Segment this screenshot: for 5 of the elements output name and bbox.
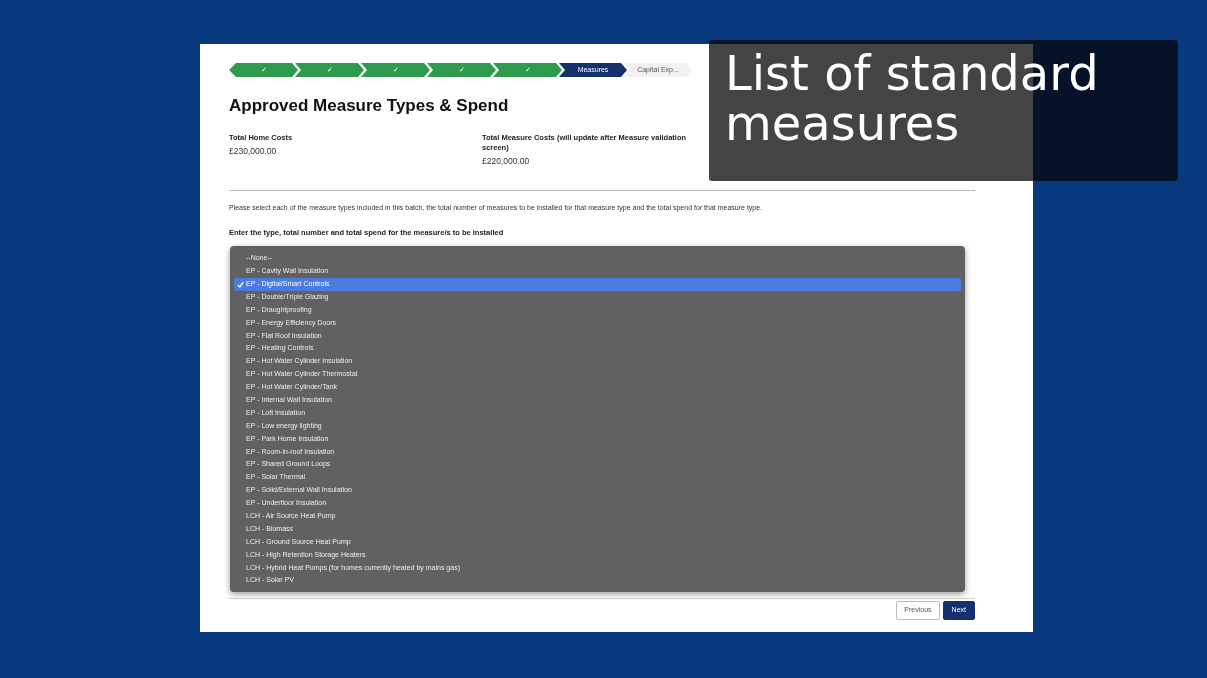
caption-text: List of standard measures <box>725 48 1100 149</box>
page-title: Approved Measure Types & Spend <box>229 95 510 117</box>
check-icon <box>237 280 244 288</box>
summary-value: £220,000.00 <box>482 154 531 168</box>
summary-value: £230,000.00 <box>229 144 278 158</box>
